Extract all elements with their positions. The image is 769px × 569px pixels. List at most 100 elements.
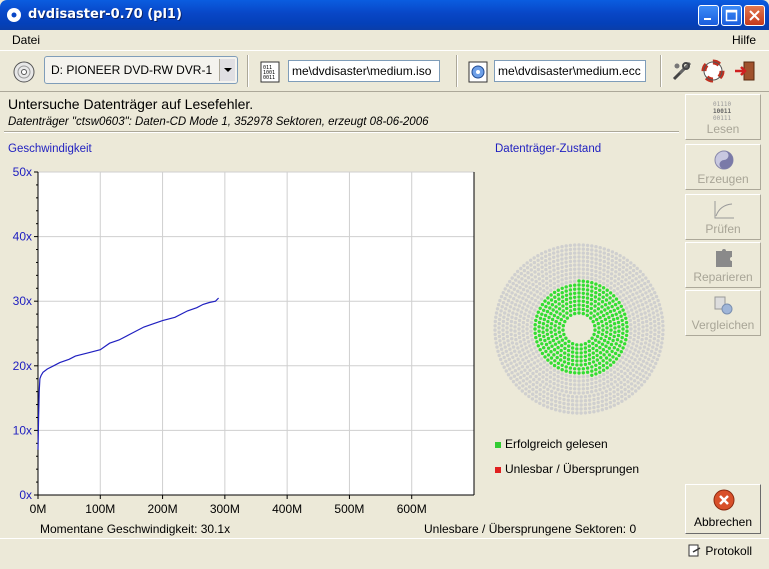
disc-sector bbox=[518, 314, 523, 318]
disc-sector bbox=[589, 316, 593, 320]
disc-sector bbox=[619, 340, 623, 344]
disc-sector bbox=[623, 382, 627, 387]
disc-sector bbox=[656, 313, 660, 317]
disc-sector bbox=[612, 308, 616, 312]
exit-door-icon[interactable] bbox=[733, 59, 757, 83]
disc-sector bbox=[502, 341, 506, 345]
disc-sector bbox=[539, 297, 544, 301]
disc-sector bbox=[558, 312, 562, 316]
abort-button-label: Abbrechen bbox=[693, 515, 753, 529]
disc-sector bbox=[577, 303, 581, 307]
disc-sector bbox=[568, 251, 573, 256]
disc-sector bbox=[618, 310, 622, 314]
disc-sector bbox=[581, 279, 585, 283]
cd-icon[interactable] bbox=[12, 60, 36, 84]
disc-sector bbox=[616, 397, 620, 401]
ecc-file-icon[interactable] bbox=[466, 60, 490, 84]
disc-sector bbox=[627, 294, 632, 299]
menu-datei[interactable]: Datei bbox=[12, 33, 40, 47]
read-button[interactable]: 01110 10011 00111 Lesen bbox=[685, 94, 761, 140]
x-tick-label: 500M bbox=[334, 502, 364, 516]
disc-sector bbox=[558, 409, 562, 413]
disc-sector bbox=[591, 319, 595, 324]
disc-sector bbox=[573, 291, 577, 295]
disc-sector bbox=[598, 275, 602, 279]
image-file-icon[interactable]: 011 1001 0011 bbox=[258, 60, 282, 84]
disc-sector bbox=[608, 296, 612, 300]
drive-select[interactable]: D: PIONEER DVD-RW DVR-1 bbox=[44, 56, 238, 84]
disc-sector bbox=[597, 293, 602, 297]
disc-sector bbox=[543, 313, 548, 318]
disc-sector bbox=[598, 366, 602, 370]
disc-sector bbox=[609, 276, 614, 281]
disc-sector bbox=[550, 303, 555, 307]
disc-sector bbox=[528, 300, 532, 304]
disc-sector bbox=[581, 303, 585, 308]
disc-sector bbox=[573, 299, 577, 303]
disc-sector bbox=[602, 272, 606, 277]
disc-sector bbox=[501, 301, 506, 305]
disc-sector bbox=[549, 366, 553, 370]
disc-sector bbox=[525, 261, 529, 265]
maximize-button[interactable] bbox=[721, 5, 742, 26]
verify-button[interactable]: Prüfen bbox=[685, 194, 761, 240]
disc-sector bbox=[591, 355, 596, 360]
disc-sector bbox=[542, 289, 546, 293]
disc-sector bbox=[549, 350, 553, 354]
disc-sector bbox=[626, 354, 630, 358]
disc-sector bbox=[592, 314, 596, 318]
disc-sector bbox=[646, 367, 650, 371]
disc-sector bbox=[633, 384, 637, 388]
wrench-icon[interactable] bbox=[670, 59, 694, 83]
disc-sector bbox=[542, 346, 546, 350]
x-tick-label: 200M bbox=[148, 502, 178, 516]
disc-sector bbox=[556, 370, 560, 374]
disc-sector bbox=[585, 284, 590, 288]
disc-sector bbox=[601, 368, 606, 372]
disc-sector bbox=[536, 310, 540, 314]
disc-sector bbox=[592, 401, 596, 406]
close-button[interactable] bbox=[744, 5, 765, 26]
disc-sector bbox=[550, 398, 554, 402]
minimize-button[interactable] bbox=[698, 5, 719, 26]
disc-sector bbox=[534, 335, 538, 340]
disc-sector bbox=[640, 369, 645, 373]
disc-sector bbox=[628, 350, 632, 354]
menu-hilfe[interactable]: Hilfe bbox=[732, 33, 756, 47]
disc-sector bbox=[598, 250, 602, 254]
disc-sector bbox=[639, 283, 644, 288]
disc-sector bbox=[587, 339, 591, 344]
image-file-input[interactable]: me\dvdisaster\medium.iso bbox=[288, 60, 440, 82]
disc-sector bbox=[552, 381, 556, 386]
disc-sector bbox=[512, 287, 516, 291]
disc-sector bbox=[583, 411, 588, 415]
disc-sector bbox=[548, 274, 552, 278]
chevron-down-icon[interactable] bbox=[219, 59, 235, 81]
disc-sector bbox=[628, 304, 632, 308]
disc-sector bbox=[529, 333, 534, 338]
disc-sector bbox=[612, 394, 616, 399]
create-button[interactable]: Erzeugen bbox=[685, 144, 761, 190]
disc-sector bbox=[546, 346, 551, 350]
disc-sector bbox=[498, 298, 502, 303]
disc-sector bbox=[510, 315, 514, 319]
disc-sector bbox=[519, 354, 523, 358]
disc-sector bbox=[577, 291, 581, 295]
disc-sector bbox=[523, 342, 527, 346]
disc-sector bbox=[532, 256, 536, 260]
abort-button[interactable]: Abbrechen bbox=[685, 484, 761, 534]
disc-sector bbox=[521, 320, 526, 325]
disc-sector bbox=[594, 265, 598, 269]
disc-sector bbox=[508, 279, 512, 284]
ecc-file-input[interactable]: me\dvdisaster\medium.ecc bbox=[494, 60, 646, 82]
disc-sector bbox=[634, 344, 639, 348]
help-lifebuoy-icon[interactable] bbox=[701, 59, 725, 83]
svg-text:0011: 0011 bbox=[263, 75, 275, 81]
compare-button[interactable]: Vergleichen bbox=[685, 290, 761, 336]
disc-sector bbox=[594, 291, 598, 295]
repair-button[interactable]: Reparieren bbox=[685, 242, 761, 288]
disc-sector bbox=[542, 390, 546, 394]
disc-sector bbox=[549, 288, 553, 292]
disc-sector bbox=[536, 295, 540, 299]
log-button[interactable]: Protokoll bbox=[688, 544, 752, 558]
